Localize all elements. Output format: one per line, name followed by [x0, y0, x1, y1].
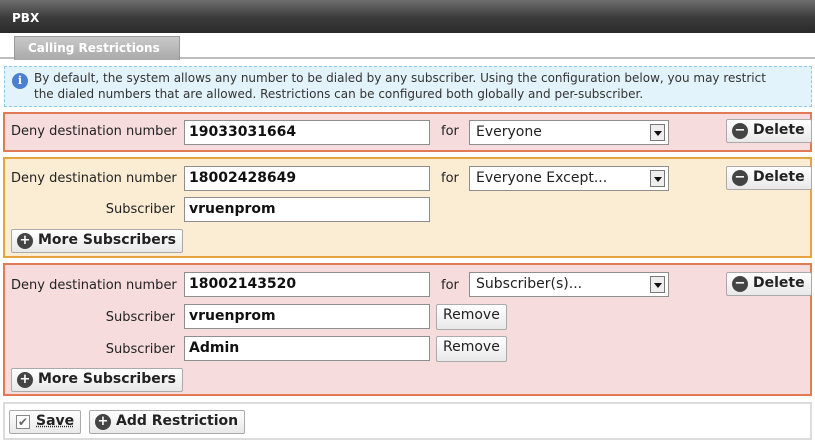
- chevron-down-icon[interactable]: [650, 170, 665, 187]
- checkmark-icon: ✔: [16, 415, 30, 429]
- scope-select-value: Everyone: [476, 124, 542, 140]
- restriction-3: Deny destination number 18002143520 for …: [3, 263, 812, 396]
- subscriber-input[interactable]: vruenprom: [184, 304, 430, 329]
- subscriber-label: Subscriber: [105, 202, 175, 217]
- subscriber-input[interactable]: vruenprom: [184, 197, 430, 222]
- minus-circle-icon: −: [732, 170, 748, 186]
- scope-select[interactable]: Everyone: [469, 120, 669, 145]
- plus-circle-icon: +: [95, 414, 111, 430]
- restriction-1: Deny destination number 19033031664 for …: [3, 112, 812, 152]
- info-banner: i By default, the system allows any numb…: [4, 66, 812, 107]
- remove-subscriber-button[interactable]: Remove: [436, 336, 507, 362]
- window-title: PBX: [0, 0, 815, 33]
- deny-label: Deny destination number: [11, 124, 177, 139]
- for-label: for: [441, 171, 459, 186]
- tab-calling-restrictions[interactable]: Calling Restrictions: [14, 36, 180, 60]
- delete-button[interactable]: − Delete: [726, 272, 812, 296]
- destination-number-input[interactable]: 19033031664: [184, 120, 430, 145]
- plus-circle-icon: +: [17, 233, 33, 249]
- destination-number-input[interactable]: 18002143520: [184, 272, 430, 297]
- for-label: for: [441, 278, 459, 293]
- info-icon: i: [12, 73, 28, 89]
- for-label: for: [441, 124, 459, 139]
- subscriber-input[interactable]: Admin: [184, 336, 430, 361]
- plus-circle-icon: +: [17, 372, 33, 388]
- info-text-line2: the dialed numbers that are allowed. Res…: [34, 87, 644, 101]
- remove-subscriber-button[interactable]: Remove: [436, 304, 507, 330]
- save-button[interactable]: ✔ Save: [9, 410, 82, 434]
- more-subscribers-label: More Subscribers: [38, 232, 176, 248]
- add-restriction-label: Add Restriction: [116, 413, 239, 429]
- more-subscribers-button[interactable]: + More Subscribers: [11, 229, 183, 253]
- minus-circle-icon: −: [732, 276, 748, 292]
- save-button-label: Save: [36, 413, 75, 429]
- info-text-line1: By default, the system allows any number…: [34, 71, 766, 85]
- minus-circle-icon: −: [732, 123, 748, 139]
- scope-select-value: Subscriber(s)...: [476, 276, 583, 292]
- more-subscribers-label: More Subscribers: [38, 371, 176, 387]
- deny-label: Deny destination number: [11, 278, 177, 293]
- restriction-2: Deny destination number 18002428649 for …: [3, 157, 812, 258]
- chevron-down-icon[interactable]: [650, 124, 665, 141]
- delete-button-label: Delete: [753, 122, 805, 138]
- scope-select-value: Everyone Except...: [476, 170, 608, 186]
- delete-button[interactable]: − Delete: [726, 119, 812, 143]
- delete-button[interactable]: − Delete: [726, 166, 812, 190]
- destination-number-input[interactable]: 18002428649: [184, 166, 430, 191]
- add-restriction-button[interactable]: + Add Restriction: [89, 410, 246, 434]
- scope-select[interactable]: Everyone Except...: [469, 166, 669, 191]
- subscriber-label: Subscriber: [105, 342, 175, 357]
- delete-button-label: Delete: [753, 169, 805, 185]
- more-subscribers-button[interactable]: + More Subscribers: [11, 368, 183, 392]
- deny-label: Deny destination number: [11, 171, 177, 186]
- scope-select[interactable]: Subscriber(s)...: [469, 272, 669, 297]
- delete-button-label: Delete: [753, 275, 805, 291]
- footer-toolbar: ✔ Save + Add Restriction: [3, 402, 812, 440]
- chevron-down-icon[interactable]: [650, 276, 665, 293]
- subscriber-label: Subscriber: [105, 310, 175, 325]
